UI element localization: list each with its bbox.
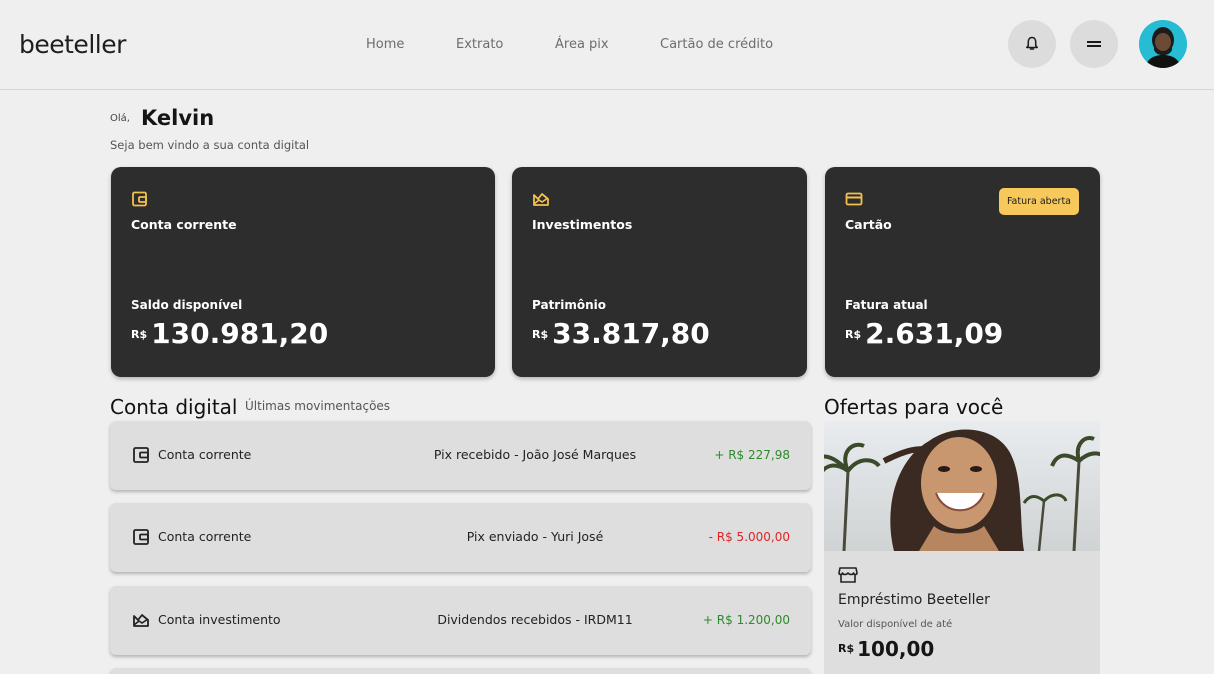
currency-symbol: R$ bbox=[845, 328, 862, 341]
notifications-button[interactable] bbox=[1008, 20, 1056, 68]
greeting-subtitle: Seja bem vindo a sua conta digital bbox=[110, 138, 310, 152]
transaction-account: Conta investimento bbox=[158, 612, 281, 627]
card-title: Investimentos bbox=[532, 217, 633, 232]
offer-card[interactable]: Empréstimo Beeteller Valor disponível de… bbox=[824, 421, 1100, 674]
amount-value: 33.817,80 bbox=[552, 317, 710, 350]
avatar-image bbox=[1139, 20, 1187, 68]
card-label: Saldo disponível bbox=[131, 298, 243, 312]
card-cartao[interactable]: Fatura aberta Cartão Fatura atual R$ 2.63… bbox=[825, 167, 1100, 377]
currency-symbol: R$ bbox=[131, 328, 148, 341]
card-amount: R$ 33.817,80 bbox=[532, 317, 710, 350]
card-amount: R$ 130.981,20 bbox=[131, 317, 328, 350]
transaction-row[interactable]: Conta corrente Pix recebido - João José … bbox=[110, 421, 811, 490]
wallet-icon bbox=[133, 529, 149, 545]
credit-card-icon bbox=[845, 192, 863, 206]
greeting-name: Kelvin bbox=[141, 106, 215, 130]
card-title: Conta corrente bbox=[131, 217, 237, 232]
card-title: Cartão bbox=[845, 217, 892, 232]
section-title-ofertas: Ofertas para você bbox=[824, 395, 1004, 419]
wallet-icon bbox=[132, 191, 147, 207]
avatar[interactable] bbox=[1139, 20, 1187, 68]
transaction-account: Conta corrente bbox=[158, 447, 252, 462]
currency-symbol: R$ bbox=[532, 328, 549, 341]
transaction-description: Pix enviado - Yuri José bbox=[466, 529, 604, 544]
menu-button[interactable] bbox=[1070, 20, 1118, 68]
amount-value: 100,00 bbox=[857, 637, 935, 661]
nav-extrato[interactable]: Extrato bbox=[456, 37, 503, 52]
card-amount: R$ 2.631,09 bbox=[845, 317, 1003, 350]
transaction-row[interactable]: Conta investimento Dividendos recebidos … bbox=[110, 586, 811, 655]
transaction-description: Pix recebido - João José Marques bbox=[433, 447, 637, 462]
status-badge: Fatura aberta bbox=[998, 188, 1079, 215]
menu-icon bbox=[1087, 41, 1101, 47]
offer-subtitle: Valor disponível de até bbox=[838, 619, 953, 630]
card-investimentos[interactable]: Investimentos Patrimônio R$ 33.817,80 bbox=[512, 167, 807, 377]
offer-amount: R$ 100,00 bbox=[838, 637, 934, 661]
greeting-hello: Olá, bbox=[110, 113, 130, 124]
brand-logo[interactable]: beeteller bbox=[19, 30, 126, 59]
currency-symbol: R$ bbox=[838, 642, 855, 655]
section-title-conta-digital: Conta digital bbox=[110, 395, 238, 419]
nav-home[interactable]: Home bbox=[366, 37, 404, 52]
top-header: beeteller Home Extrato Área pix Cartão d… bbox=[0, 0, 1214, 90]
amount-value: 2.631,09 bbox=[865, 317, 1004, 350]
offer-title: Empréstimo Beeteller bbox=[838, 592, 990, 608]
chart-icon bbox=[133, 614, 149, 627]
nav-area-pix[interactable]: Área pix bbox=[555, 37, 609, 52]
wallet-icon bbox=[133, 447, 149, 463]
transaction-value: - R$ 5.000,00 bbox=[708, 530, 790, 544]
card-conta-corrente[interactable]: Conta corrente Saldo disponível R$ 130.98… bbox=[111, 167, 495, 377]
transaction-description: Dividendos recebidos - IRDM11 bbox=[437, 612, 633, 627]
nav-credit-card[interactable]: Cartão de crédito bbox=[660, 37, 773, 52]
card-label: Fatura atual bbox=[845, 298, 928, 312]
transaction-value: + R$ 227,98 bbox=[714, 448, 790, 462]
card-label: Patrimônio bbox=[532, 298, 606, 312]
transaction-row[interactable] bbox=[110, 668, 811, 674]
store-icon bbox=[838, 567, 858, 583]
bell-icon bbox=[1026, 36, 1038, 50]
transaction-value: + R$ 1.200,00 bbox=[702, 613, 790, 627]
chart-icon bbox=[533, 193, 549, 206]
transaction-row[interactable]: Conta corrente Pix enviado - Yuri José -… bbox=[110, 503, 811, 572]
transaction-account: Conta corrente bbox=[158, 529, 252, 544]
section-subtitle: Últimas movimentações bbox=[245, 399, 391, 413]
amount-value: 130.981,20 bbox=[151, 317, 329, 350]
offer-image bbox=[824, 421, 1100, 551]
